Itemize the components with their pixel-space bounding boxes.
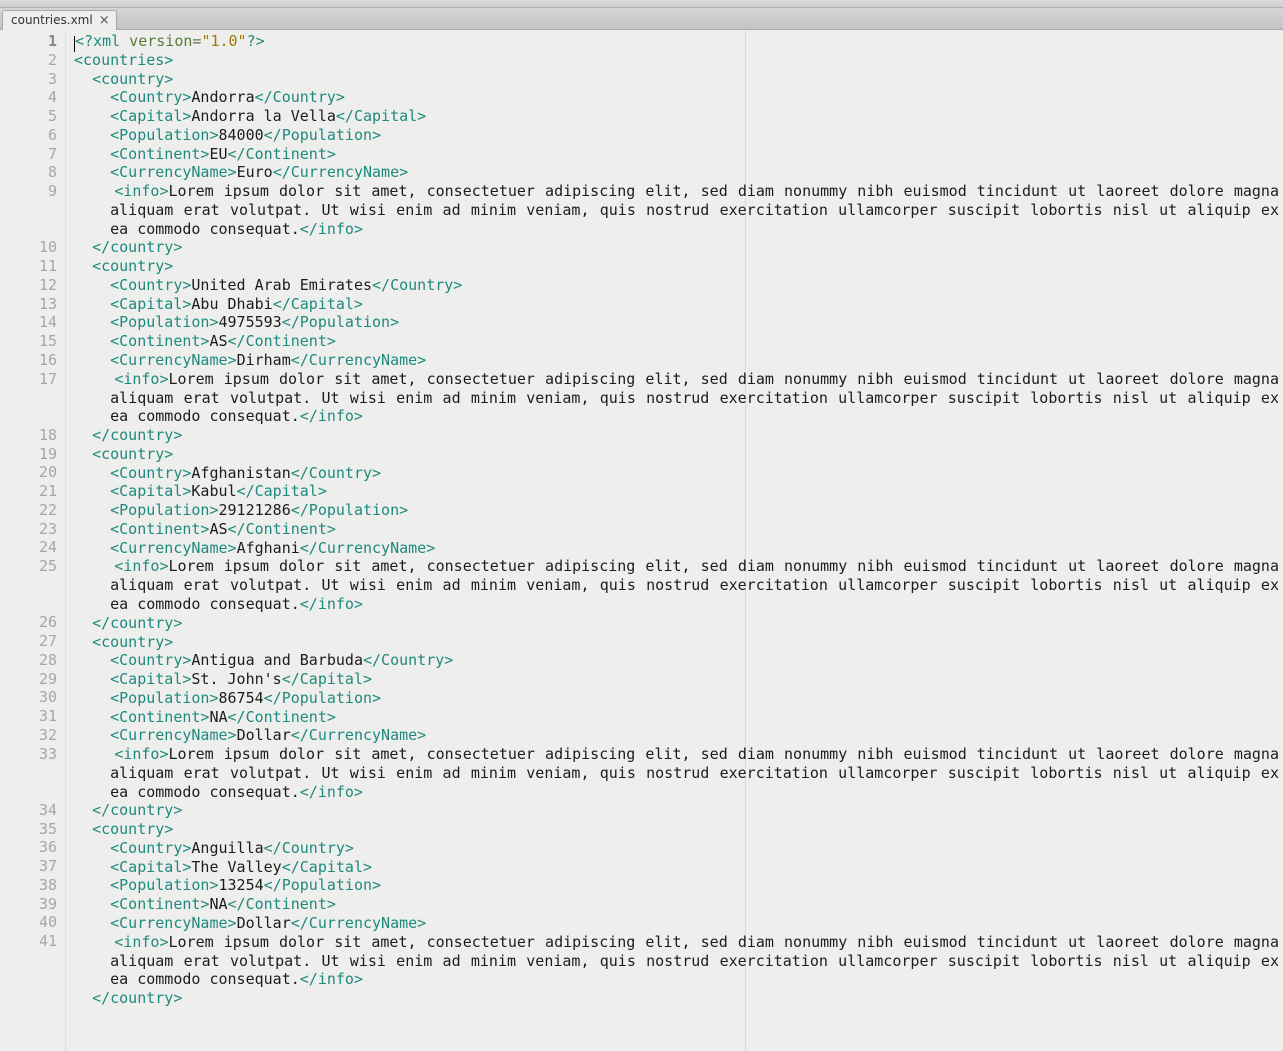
- close-icon[interactable]: ×: [99, 14, 110, 27]
- tab-title: countries.xml: [11, 13, 93, 27]
- code-content[interactable]: <?xml version="1.0"?><countries> <countr…: [66, 30, 1283, 1008]
- line-number-gutter: 1234567891011121314151617181920212223242…: [0, 30, 66, 1051]
- editor: 1234567891011121314151617181920212223242…: [0, 30, 1283, 1051]
- code-area[interactable]: <?xml version="1.0"?><countries> <countr…: [66, 30, 1283, 1051]
- toolbar-strip: [0, 0, 1283, 8]
- tab-countries-xml[interactable]: countries.xml ×: [2, 10, 117, 30]
- tab-bar: countries.xml ×: [0, 8, 1283, 30]
